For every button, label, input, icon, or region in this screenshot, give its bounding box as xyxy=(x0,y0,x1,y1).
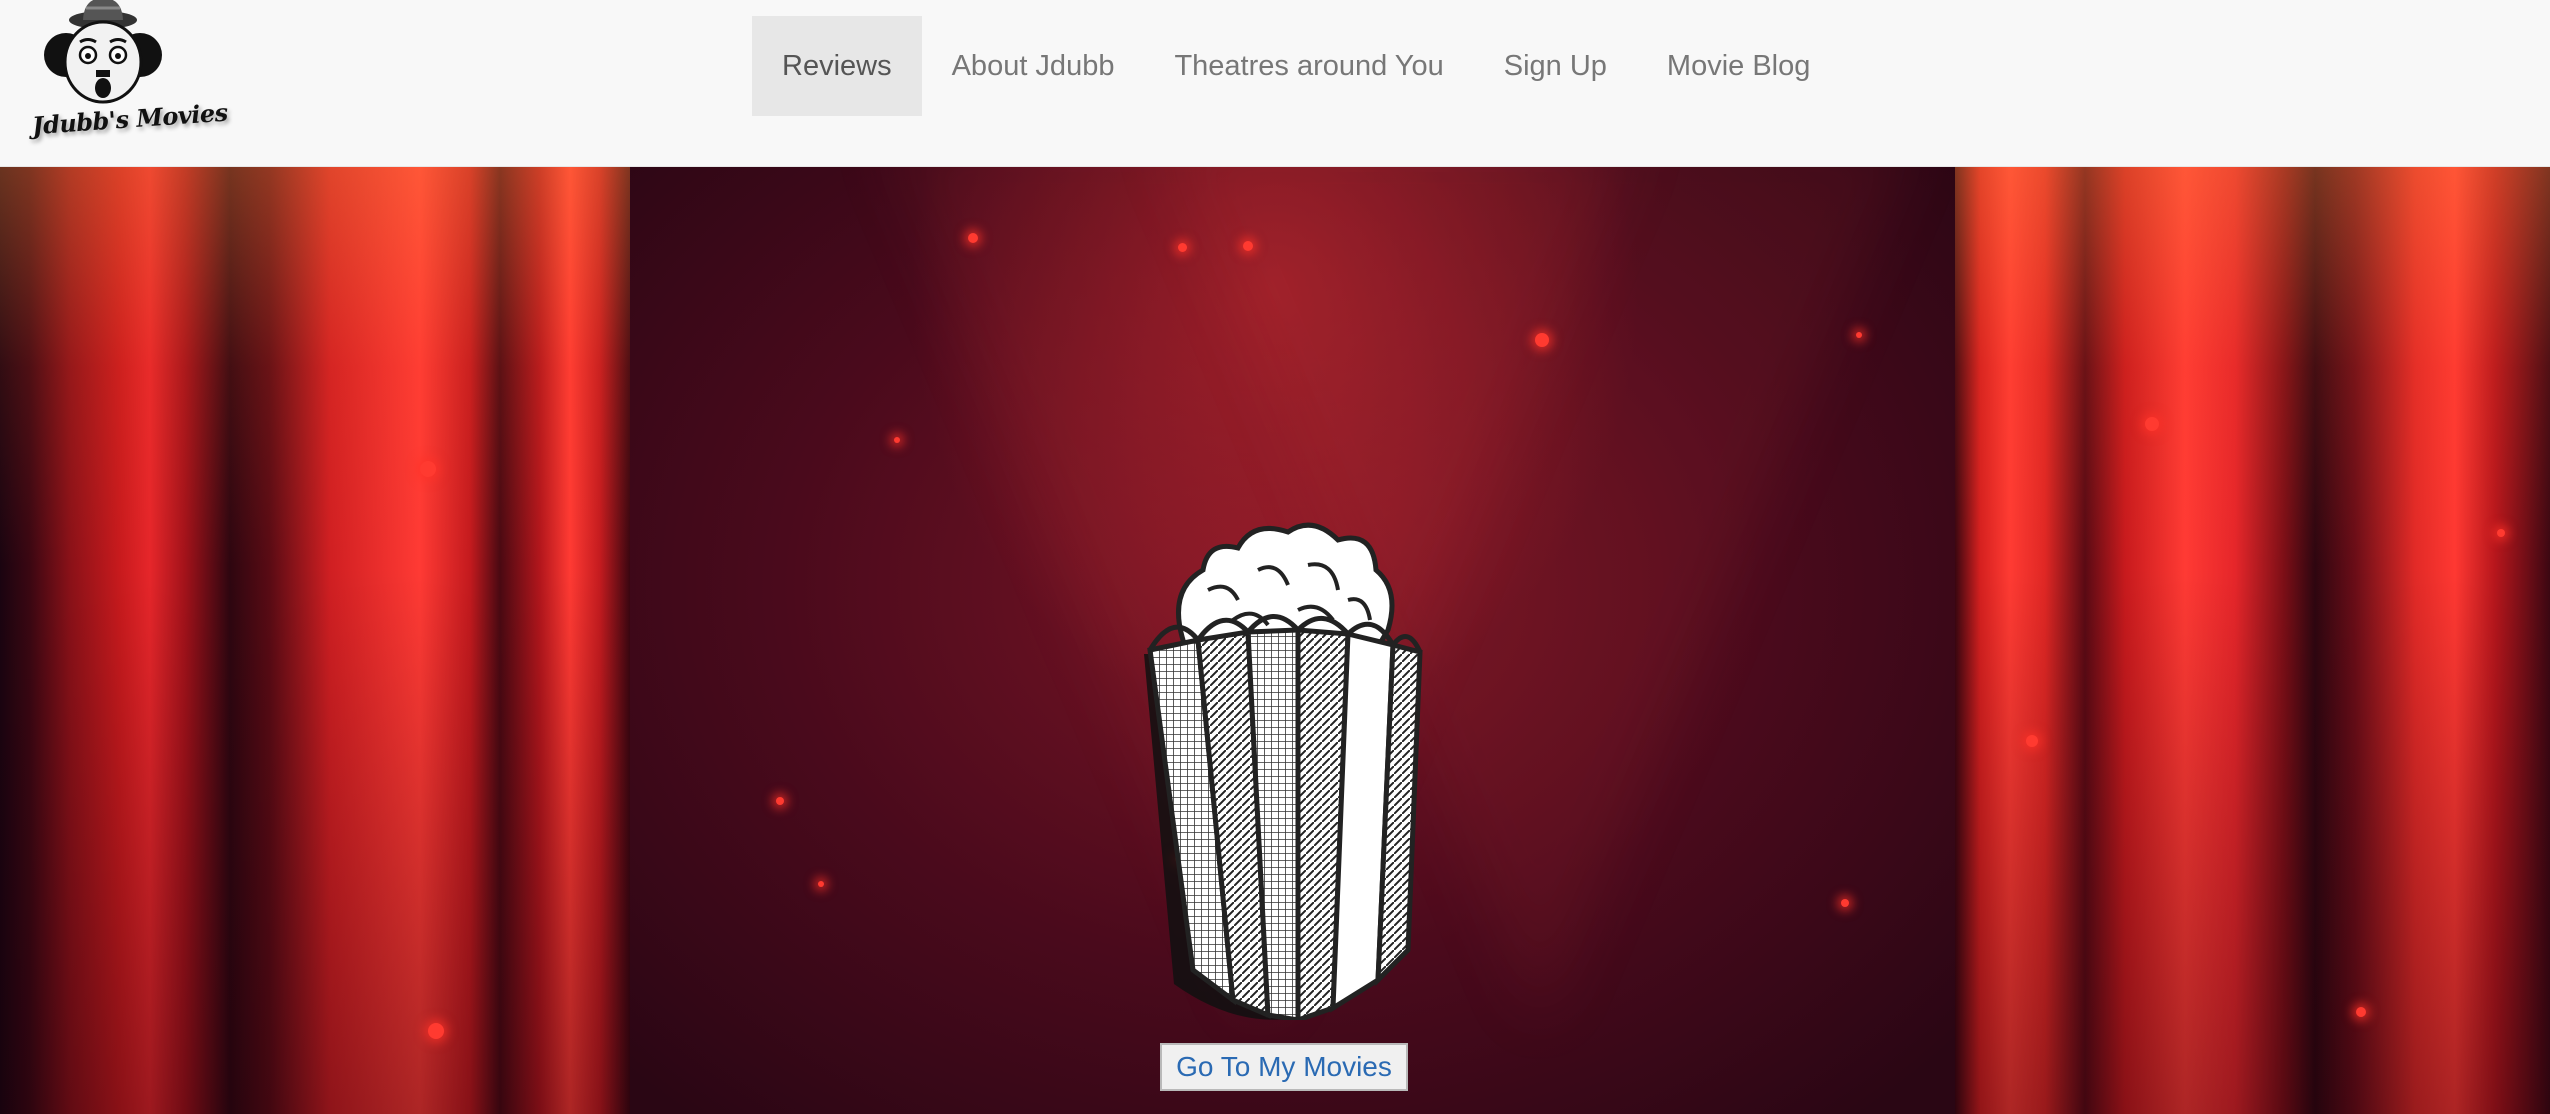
sparkle xyxy=(428,1023,444,1039)
nav-item-reviews[interactable]: Reviews xyxy=(752,16,922,116)
nav-item-sign-up[interactable]: Sign Up xyxy=(1474,16,1637,116)
sparkle xyxy=(420,461,436,477)
main-nav: Reviews About Jdubb Theatres around You … xyxy=(752,16,1840,116)
nav-item-about[interactable]: About Jdubb xyxy=(922,16,1145,116)
left-curtain xyxy=(0,167,630,1114)
sparkle xyxy=(1243,241,1253,251)
sparkle xyxy=(776,797,784,805)
sparkle xyxy=(2497,529,2505,537)
sparkle xyxy=(1535,333,1549,347)
go-to-my-movies-button[interactable]: Go To My Movies xyxy=(1160,1043,1408,1091)
sparkle xyxy=(2145,417,2159,431)
sparkle xyxy=(1856,332,1862,338)
sparkle xyxy=(2356,1007,2366,1017)
sparkle xyxy=(818,881,824,887)
theatre-stage-background: Go To My Movies xyxy=(0,167,2550,1114)
sparkle xyxy=(968,233,978,243)
sparkle xyxy=(894,437,900,443)
top-navbar: Jdubb's Movies Reviews About Jdubb Theat… xyxy=(0,0,2550,167)
popcorn-icon xyxy=(1144,522,1423,1020)
brand-logo[interactable]: Jdubb's Movies xyxy=(28,0,228,142)
nav-item-movie-blog[interactable]: Movie Blog xyxy=(1637,16,1840,116)
sparkle xyxy=(1178,243,1187,252)
right-curtain xyxy=(1955,167,2550,1114)
popcorn-image xyxy=(1138,510,1428,1020)
sparkle xyxy=(2026,735,2038,747)
nav-item-theatres[interactable]: Theatres around You xyxy=(1144,16,1473,116)
sparkle xyxy=(1841,899,1849,907)
